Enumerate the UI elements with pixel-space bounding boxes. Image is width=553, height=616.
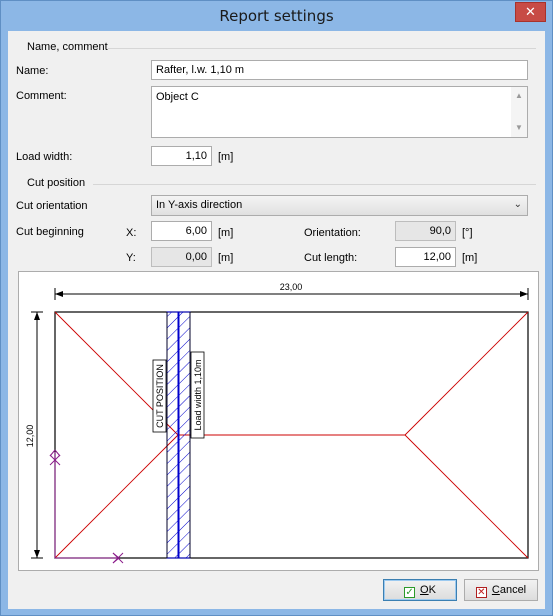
- scroll-up-icon[interactable]: ▲: [515, 92, 523, 100]
- report-settings-window: Report settings ✕ Name, comment Name: Ra…: [0, 0, 553, 616]
- hip-line: [404, 434, 529, 559]
- cut-orientation-select[interactable]: In Y-axis direction ⌄: [151, 195, 528, 216]
- cut-preview-drawing: 23,00 12,00 CUT POSITION Load width 1,10…: [18, 271, 539, 571]
- hip-line: [54, 434, 179, 559]
- name-label: Name:: [16, 65, 49, 77]
- load-width-field[interactable]: 1,10: [151, 146, 212, 166]
- load-width-label: Load width:: [16, 151, 73, 163]
- roof-ridge-lines: [54, 311, 529, 559]
- comment-field[interactable]: Object C ▲ ▼: [151, 86, 528, 138]
- name-field[interactable]: Rafter, l.w. 1,10 m: [151, 60, 528, 80]
- x-unit: [m]: [218, 227, 234, 239]
- x-label: X:: [126, 227, 137, 239]
- cut-position-text: CUT POSITION: [155, 364, 165, 428]
- cancel-x-icon: ✕: [475, 587, 487, 598]
- cut-orientation-value: In Y-axis direction: [156, 199, 243, 211]
- roof-plan-svg: 23,00 12,00 CUT POSITION Load width 1,10…: [25, 282, 529, 564]
- ok-button-label: K: [428, 584, 436, 596]
- dimension-arrow: [55, 291, 63, 297]
- group-divider: [108, 48, 536, 49]
- orientation-angle-label: Orientation:: [304, 227, 361, 239]
- close-button[interactable]: ✕: [515, 2, 546, 22]
- cut-length-field[interactable]: 12,00: [395, 247, 456, 267]
- dimension-arrow: [34, 312, 40, 320]
- x-field[interactable]: 6,00: [151, 221, 212, 241]
- cancel-button-mnemonic: C: [491, 584, 500, 596]
- group-title-cut-position: Cut position: [27, 177, 86, 189]
- ok-button-mnemonic: O: [420, 584, 429, 596]
- ok-button[interactable]: ✓ OK: [383, 579, 457, 601]
- cut-length-label: Cut length:: [304, 252, 358, 264]
- width-dimension-text: 23,00: [280, 282, 303, 292]
- hip-line: [404, 311, 529, 436]
- cut-length-unit: [m]: [462, 252, 478, 264]
- comment-label: Comment:: [16, 90, 67, 102]
- group-divider: [93, 184, 536, 185]
- y-unit: [m]: [218, 252, 234, 264]
- window-title: Report settings: [219, 7, 334, 25]
- comment-text: Object C: [156, 91, 199, 103]
- cancel-button[interactable]: ✕ Cancel: [464, 579, 538, 601]
- support-marker-x: [55, 552, 124, 564]
- load-width-unit: [m]: [218, 151, 234, 163]
- cut-orientation-label: Cut orientation: [16, 200, 88, 212]
- chevron-down-icon[interactable]: ⌄: [514, 199, 522, 210]
- comment-scrollbar[interactable]: ▲ ▼: [511, 87, 527, 137]
- support-marker-y: [49, 449, 61, 558]
- dimension-arrow: [34, 550, 40, 558]
- load-width-text: Load width 1,10m: [193, 359, 203, 430]
- height-dimension-text: 12,00: [25, 425, 35, 448]
- cancel-button-label: ancel: [499, 584, 527, 596]
- orientation-angle-unit: [°]: [462, 227, 473, 239]
- cut-beginning-label: Cut beginning: [16, 226, 84, 238]
- dimension-arrow: [520, 291, 528, 297]
- y-field: 0,00: [151, 247, 212, 267]
- checkmark-icon: ✓: [404, 587, 416, 598]
- dialog-body: Name, comment Name: Rafter, l.w. 1,10 m …: [8, 31, 545, 609]
- y-label: Y:: [126, 252, 136, 264]
- scroll-down-icon[interactable]: ▼: [515, 124, 523, 132]
- orientation-angle-field: 90,0: [395, 221, 456, 241]
- group-title-name-comment: Name, comment: [27, 41, 108, 53]
